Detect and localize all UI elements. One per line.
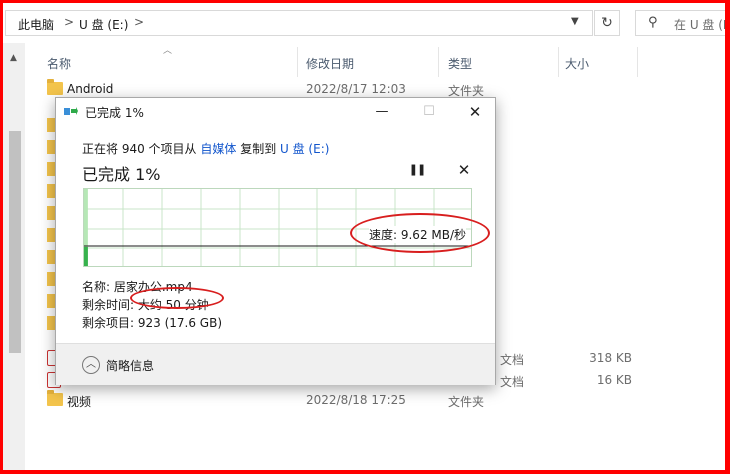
refresh-icon[interactable]: ↻: [594, 10, 620, 36]
column-date[interactable]: 修改日期: [306, 55, 354, 72]
search-input[interactable]: ⚲ 在 U 盘 (E:) 中搜索: [635, 10, 725, 36]
column-name[interactable]: 名称: [47, 55, 71, 72]
address-row: 此电脑 > U 盘 (E:) > ▼ ↻ ⚲ 在 U 盘 (E:) 中搜索: [3, 3, 725, 43]
speed-annotation-ellipse: [350, 213, 490, 253]
pause-icon[interactable]: ❚❚: [406, 163, 428, 181]
breadcrumb-usb-drive[interactable]: U 盘 (E:): [79, 16, 128, 33]
dialog-title: 已完成 1%: [85, 106, 144, 120]
column-divider[interactable]: [637, 47, 638, 77]
file-name: Android: [67, 82, 114, 96]
dialog-footer: ︿ 简略信息: [56, 343, 495, 385]
file-type: 文档: [500, 375, 525, 389]
file-type: 文档: [500, 353, 525, 367]
column-header: 名称 ︿ 修改日期 类型 大小: [25, 43, 725, 81]
column-type[interactable]: 类型: [448, 55, 472, 72]
fewer-details-button[interactable]: 简略信息: [106, 357, 154, 374]
breadcrumb-separator[interactable]: >: [64, 15, 74, 29]
progress-title: 已完成 1%: [82, 165, 161, 184]
chevron-up-icon[interactable]: ︿: [82, 356, 100, 374]
file-date: 2022/8/18 17:25: [306, 393, 406, 407]
destination-link[interactable]: U 盘 (E:): [280, 142, 329, 156]
copy-description: 正在将 940 个项目从 自媒体 复制到 U 盘 (E:): [82, 140, 329, 157]
navigation-pane[interactable]: ▲: [3, 43, 25, 470]
column-divider[interactable]: [438, 47, 439, 77]
folder-icon: [47, 390, 63, 406]
search-placeholder: 在 U 盘 (E:) 中搜索: [674, 18, 725, 32]
copy-description-prefix: 正在将 940 个项目从: [82, 142, 201, 156]
time-remaining-label: 剩余时间:: [82, 298, 138, 312]
address-bar[interactable]: 此电脑 > U 盘 (E:) > ▼: [5, 10, 593, 36]
maximize-icon: ☐: [423, 104, 435, 119]
column-divider[interactable]: [297, 47, 298, 77]
chevron-down-icon[interactable]: ▼: [571, 16, 579, 27]
minimize-icon[interactable]: —: [367, 101, 397, 123]
copy-icon: [64, 107, 78, 115]
file-size: 318 KB: [589, 351, 632, 365]
file-date: 2022/8/17 12:03: [306, 82, 406, 96]
cancel-icon[interactable]: ✕: [453, 161, 475, 181]
breadcrumb-this-pc[interactable]: 此电脑: [18, 16, 54, 33]
time-annotation-ellipse: [130, 287, 224, 309]
folder-icon: [47, 79, 63, 95]
items-remaining-line: 剩余项目: 923 (17.6 GB): [82, 316, 223, 330]
column-divider[interactable]: [558, 47, 559, 77]
source-link[interactable]: 自媒体: [200, 142, 236, 156]
file-type: 文件夹: [448, 395, 485, 409]
breadcrumb-separator[interactable]: >: [134, 15, 144, 29]
explorer-window: 此电脑 > U 盘 (E:) > ▼ ↻ ⚲ 在 U 盘 (E:) 中搜索 ▲ …: [3, 3, 725, 470]
search-icon: ⚲: [648, 15, 658, 30]
progress-throughput-bar: [84, 247, 88, 266]
file-row[interactable]: 视频 2022/8/18 17:25 文件夹: [25, 389, 725, 411]
file-name: 视频: [67, 395, 92, 409]
file-size: 16 KB: [596, 373, 632, 387]
dialog-titlebar[interactable]: 已完成 1% — ☐ ✕: [56, 98, 495, 126]
sort-ascending-icon: ︿: [163, 46, 173, 56]
scrollbar-thumb[interactable]: [9, 131, 21, 353]
column-size[interactable]: 大小: [565, 55, 589, 72]
close-icon[interactable]: ✕: [460, 101, 490, 123]
scroll-up-icon[interactable]: ▲: [10, 53, 17, 63]
copy-description-mid: 复制到: [236, 142, 281, 156]
